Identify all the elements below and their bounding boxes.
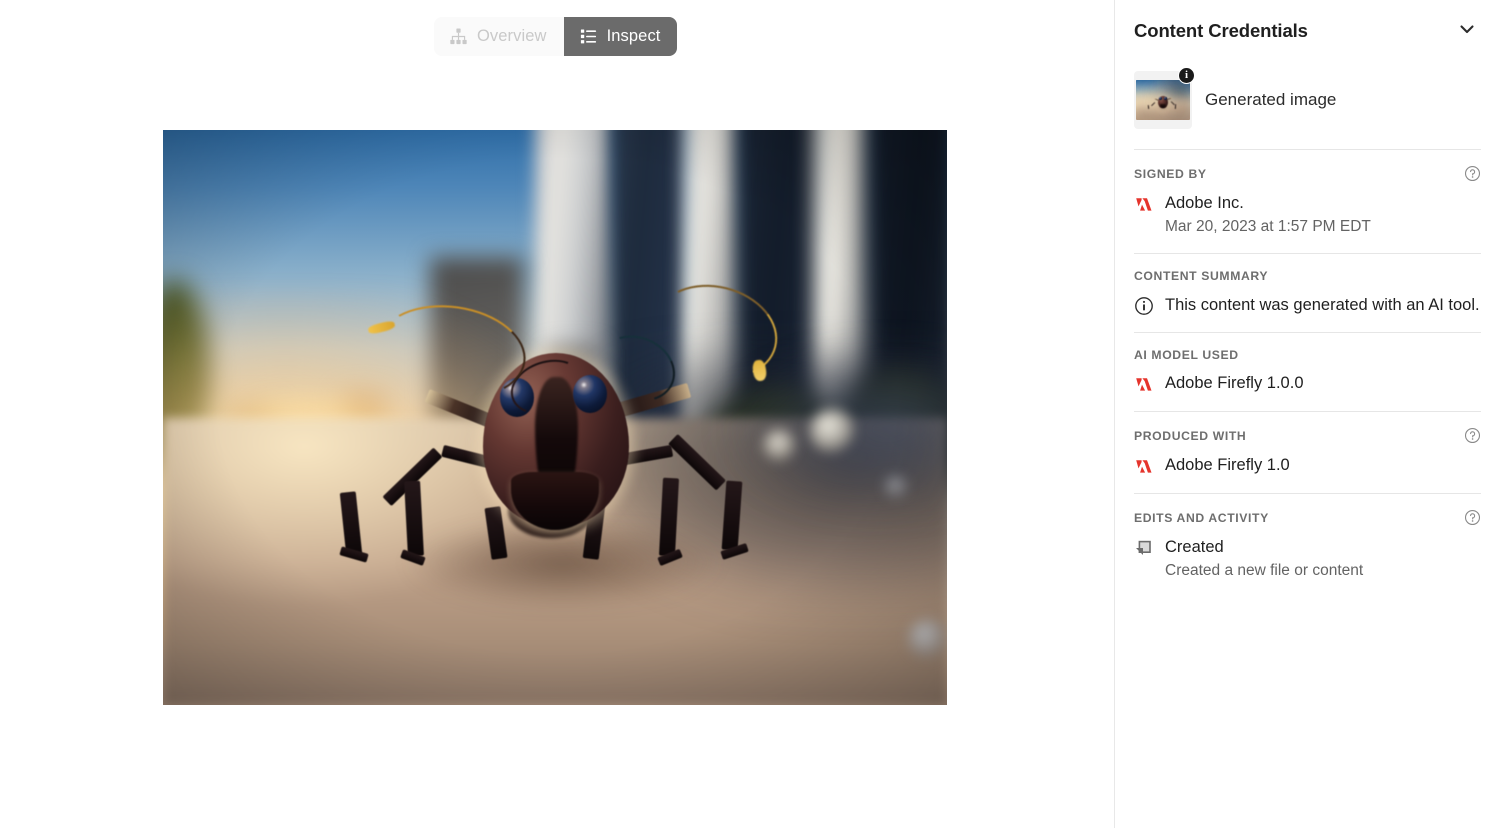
content-credentials-app: Overview Inspect Content Credentials i G… [0, 0, 1500, 828]
section-signed-by: SIGNED BY Adobe Inc. Mar 20, 2023 at 1:5… [1134, 150, 1481, 253]
produced-with-name: Adobe Firefly 1.0 [1165, 456, 1290, 475]
section-produced-with: PRODUCED WITH Adobe Firefly 1.0 [1134, 412, 1481, 493]
list-detail-icon [579, 27, 598, 46]
panel-header[interactable]: Content Credentials [1134, 0, 1481, 62]
generated-image[interactable] [163, 130, 947, 705]
edits-activity-description: Created a new file or content [1165, 562, 1364, 580]
signed-by-timestamp: Mar 20, 2023 at 1:57 PM EDT [1165, 218, 1371, 236]
section-edits-and-activity: EDITS AND ACTIVITY Created Created a new… [1134, 494, 1481, 597]
asset-summary-row[interactable]: i Generated image [1134, 62, 1481, 149]
section-title-content-summary: CONTENT SUMMARY [1134, 269, 1269, 284]
ai-model-name: Adobe Firefly 1.0.0 [1165, 374, 1304, 393]
adobe-logo-icon [1134, 375, 1154, 395]
section-title-signed-by: SIGNED BY [1134, 166, 1207, 181]
content-credentials-panel: Content Credentials i Generated image SI… [1114, 0, 1500, 828]
chevron-down-icon [1457, 19, 1477, 44]
content-summary-entry: This content was generated with an AI to… [1134, 294, 1481, 316]
content-summary-text: This content was generated with an AI to… [1165, 295, 1480, 314]
tab-overview[interactable]: Overview [434, 17, 564, 56]
hierarchy-icon [449, 27, 468, 46]
produced-with-entry: Adobe Firefly 1.0 [1134, 455, 1481, 477]
help-circle-icon[interactable] [1464, 165, 1481, 182]
signed-by-name: Adobe Inc. [1165, 194, 1244, 212]
asset-label: Generated image [1205, 90, 1337, 109]
edits-activity-action: Created [1165, 538, 1224, 557]
section-title-ai-model-used: AI MODEL USED [1134, 348, 1239, 363]
view-mode-tabs: Overview Inspect [434, 17, 678, 56]
section-ai-model-used: AI MODEL USED Adobe Firefly 1.0.0 [1134, 333, 1481, 411]
asset-thumbnail[interactable]: i [1134, 67, 1195, 129]
tab-inspect[interactable]: Inspect [563, 17, 678, 56]
ai-model-entry: Adobe Firefly 1.0.0 [1134, 373, 1481, 395]
section-title-edits-and-activity: EDITS AND ACTIVITY [1134, 510, 1269, 525]
adobe-logo-icon [1134, 195, 1154, 215]
section-title-produced-with: PRODUCED WITH [1134, 428, 1247, 443]
info-circle-icon [1134, 296, 1154, 316]
tab-overview-label: Overview [477, 27, 547, 46]
section-content-summary: CONTENT SUMMARY This content was generat… [1134, 254, 1481, 332]
help-circle-icon[interactable] [1464, 427, 1481, 444]
signed-by-entry: Adobe Inc. Mar 20, 2023 at 1:57 PM EDT [1134, 193, 1481, 237]
collapse-panel-button[interactable] [1454, 18, 1480, 44]
image-scene [163, 130, 947, 705]
image-viewer-pane: Overview Inspect [0, 0, 1114, 828]
page-title: Content Credentials [1134, 20, 1308, 41]
thumbnail-image [1136, 80, 1190, 120]
help-circle-icon[interactable] [1464, 509, 1481, 526]
info-badge-icon: i [1178, 67, 1195, 84]
adobe-logo-icon [1134, 457, 1154, 477]
created-pages-icon [1134, 539, 1154, 559]
edits-activity-entry: Created Created a new file or content [1134, 537, 1481, 581]
tab-inspect-label: Inspect [606, 27, 661, 46]
